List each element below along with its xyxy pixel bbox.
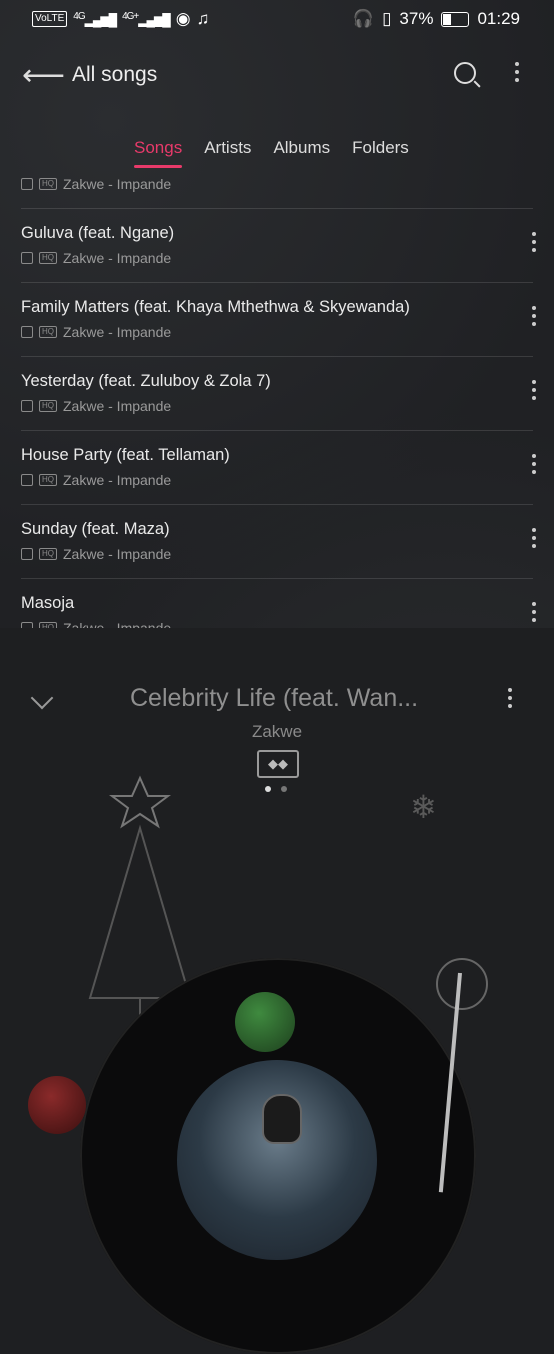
tab-bar: Songs Artists Albums Folders [134,138,409,168]
song-title: Sunday (feat. Maza) [21,520,170,538]
sound-effect-icon[interactable]: ◆◆ [257,750,299,778]
song-title: Family Matters (feat. Khaya Mthethwa & S… [21,298,410,316]
snowflake-icon: ❄ [410,789,437,825]
folder-icon [21,548,33,560]
song-subtitle: Zakwe - Impande [63,472,172,488]
song-subtitle: Zakwe - Impande [63,620,172,628]
hq-badge: HQ [39,400,57,412]
signal-4g-plus-icon: 4G+▂▄▆█ [122,11,171,27]
hq-badge: HQ [39,474,57,486]
tab-albums[interactable]: Albums [273,138,330,168]
song-more-icon[interactable] [532,528,536,548]
list-item[interactable]: House Party (feat. Tellaman) HQ Zakwe - I… [21,430,536,505]
hotspot-icon: ◉ [175,9,191,28]
signal-4g-icon: 4G▂▄▆█ [73,11,117,27]
song-more-icon[interactable] [532,306,536,326]
now-playing-panel[interactable]: ❄ Celebrity Life (feat. Wan... Zakwe ◆◆ [0,628,554,1354]
page-indicator [265,786,287,792]
app-bar: ⟵ All songs [0,48,554,104]
headphone-icon: 🎧 [352,9,375,28]
hq-badge: HQ [39,548,57,560]
more-options-icon[interactable] [515,62,519,82]
page-title: All songs [72,63,158,86]
list-item[interactable]: Guluva (feat. Ngane) HQ Zakwe - Impande [21,208,536,283]
status-bar: VoLTE 4G▂▄▆█ 4G+▂▄▆█ ◉ ♫ 🎧 ▯ 37% 01:29 [0,0,554,38]
hq-badge: HQ [39,252,57,264]
green-ornament [235,992,295,1052]
song-more-icon[interactable] [532,232,536,252]
battery-percent: 37% [399,9,434,28]
back-arrow-icon[interactable]: ⟵ [22,58,65,93]
folder-icon [21,400,33,412]
microphone-image [262,1094,302,1144]
song-more-icon[interactable] [532,380,536,400]
tab-folders[interactable]: Folders [352,138,409,168]
now-playing-title: Celebrity Life (feat. Wan... [130,684,419,712]
song-subtitle: Zakwe - Impande [63,546,172,562]
battery-icon [441,11,470,27]
page-dot [281,786,287,792]
player-more-icon[interactable] [508,688,512,708]
tab-artists[interactable]: Artists [204,138,251,168]
song-list[interactable]: HQ Zakwe - Impande Guluva (feat. Ngane) H… [0,168,554,628]
song-subtitle: Zakwe - Impande [63,324,172,340]
volte-icon: VoLTE [32,11,68,27]
folder-icon [21,326,33,338]
song-subtitle: Zakwe - Impande [63,398,172,414]
folder-icon [21,474,33,486]
folder-icon [21,252,33,264]
list-item[interactable]: Masoja HQ Zakwe - Impande [21,578,536,628]
hq-badge: HQ [39,178,57,190]
page-dot [265,786,271,792]
song-title: House Party (feat. Tellaman) [21,446,230,464]
song-title: Yesterday (feat. Zuluboy & Zola 7) [21,372,271,390]
search-icon[interactable] [454,62,476,84]
song-title: Guluva (feat. Ngane) [21,224,175,242]
album-art [177,1060,377,1260]
song-more-icon[interactable] [532,454,536,474]
song-subtitle: Zakwe - Impande [63,250,172,266]
now-playing-artist: Zakwe [251,722,303,741]
list-item[interactable]: Sunday (feat. Maza) HQ Zakwe - Impande [21,504,536,579]
collapse-chevron-icon[interactable] [30,686,54,710]
music-note-icon: ♫ [196,9,210,28]
list-item[interactable]: Yesterday (feat. Zuluboy & Zola 7) HQ Zak… [21,356,536,431]
red-ornament [28,1076,86,1134]
list-item[interactable]: Family Matters (feat. Khaya Mthethwa & S… [21,282,536,357]
clock: 01:29 [477,9,520,28]
song-title: Masoja [21,594,75,612]
hq-badge: HQ [39,326,57,338]
folder-icon [21,178,33,190]
tab-songs[interactable]: Songs [134,138,183,168]
list-item[interactable]: HQ Zakwe - Impande [21,168,533,209]
song-more-icon[interactable] [532,602,536,622]
tonearm-base [436,958,488,1010]
song-subtitle: Zakwe - Impande [63,176,172,192]
vibrate-icon: ▯ [382,9,392,28]
